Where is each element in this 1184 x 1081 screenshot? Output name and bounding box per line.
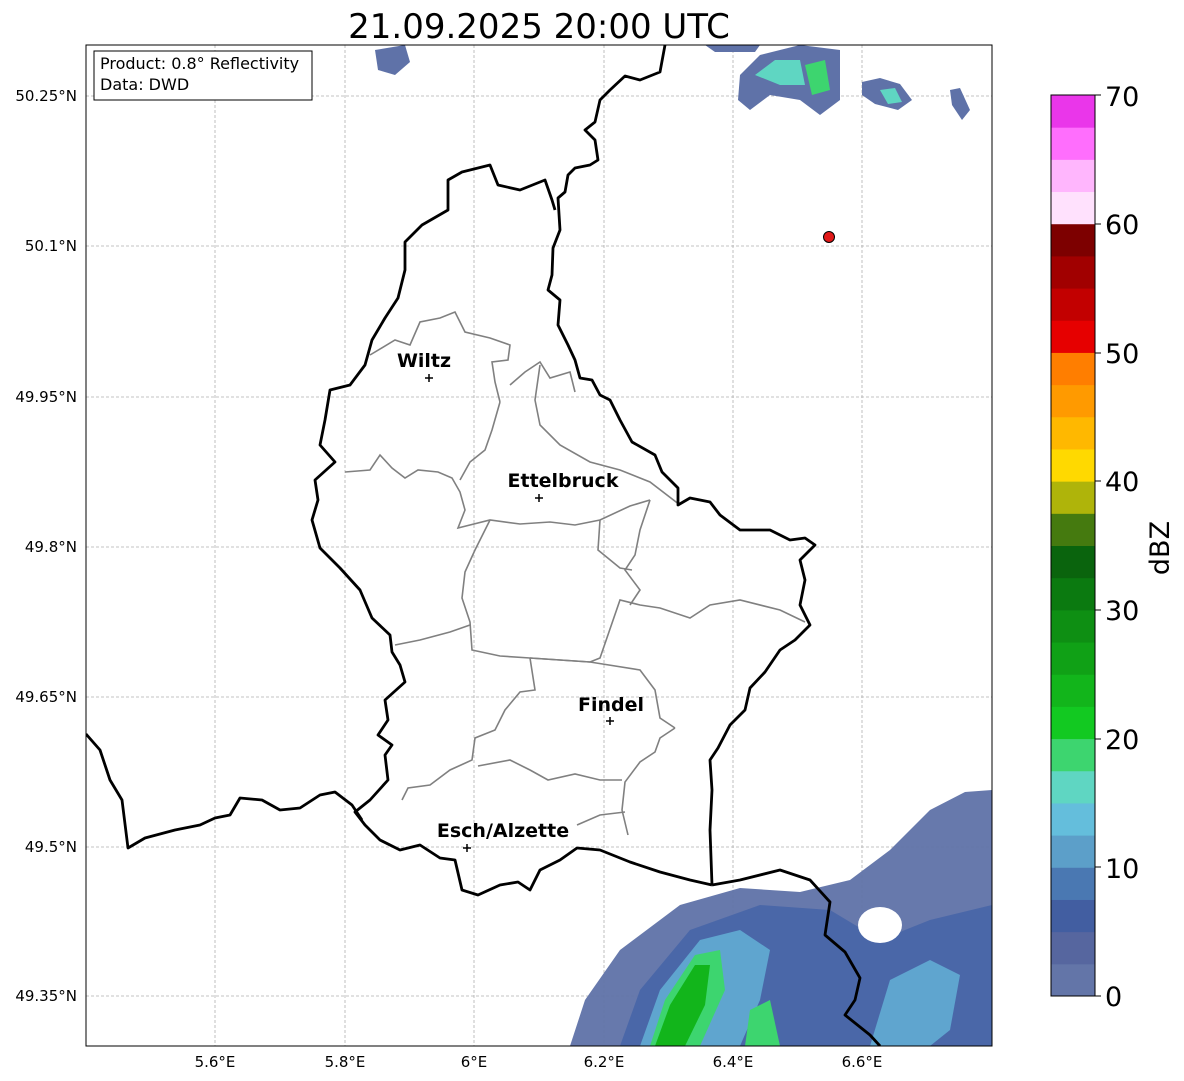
info-source: Data: DWD (100, 75, 189, 94)
colorbar-swatch (1051, 159, 1095, 193)
colorbar-swatch (1051, 513, 1095, 546)
colorbar-tick-label: 10 (1105, 854, 1139, 885)
lat-tick-label: 49.5°N (25, 838, 77, 856)
lon-axis: 5.6°E 5.8°E 6°E 6.2°E 6.4°E 6.6°E (195, 1053, 883, 1071)
colorbar-swatch (1051, 835, 1095, 868)
colorbar-swatch (1051, 899, 1095, 933)
city-label: Findel (578, 694, 644, 716)
lon-tick-label: 5.8°E (325, 1053, 366, 1071)
lon-tick-label: 6.2°E (584, 1053, 625, 1071)
radar-site-marker (823, 231, 835, 243)
colorbar-tick-label: 20 (1105, 725, 1139, 756)
colorbar-swatch (1051, 642, 1095, 675)
colorbar-swatch (1051, 255, 1095, 289)
colorbar-tick-label: 60 (1105, 210, 1139, 241)
city-label: Esch/Alzette (437, 820, 569, 842)
lon-tick-label: 5.6°E (195, 1053, 236, 1071)
info-product: Product: 0.8° Reflectivity (100, 54, 299, 73)
lon-tick-label: 6°E (461, 1053, 488, 1071)
colorbar-swatch (1051, 867, 1095, 900)
colorbar-tick-label: 0 (1105, 982, 1122, 1013)
map-title: 21.09.2025 20:00 UTC (348, 7, 730, 47)
lon-tick-label: 6.6°E (842, 1053, 883, 1071)
colorbar-swatch (1051, 931, 1095, 965)
colorbar-tick-label: 50 (1105, 339, 1139, 370)
lat-tick-label: 49.35°N (15, 987, 77, 1005)
colorbar-swatches (1051, 95, 1095, 997)
colorbar-swatch (1051, 223, 1095, 257)
colorbar-swatch (1051, 545, 1095, 579)
lon-tick-label: 6.4°E (713, 1053, 754, 1071)
city-label: Ettelbruck (508, 470, 619, 492)
colorbar-label: dBZ (1145, 521, 1176, 575)
colorbar-swatch (1051, 127, 1095, 160)
info-box: Product: 0.8° Reflectivity Data: DWD (93, 50, 313, 101)
colorbar: 0 10 20 30 40 50 60 70 dBZ (1050, 82, 1176, 1013)
colorbar-swatch (1051, 416, 1095, 450)
colorbar-swatch (1051, 320, 1095, 353)
colorbar-tick-label: 30 (1105, 596, 1139, 627)
lat-tick-label: 49.65°N (15, 688, 77, 706)
colorbar-swatch (1051, 191, 1095, 225)
colorbar-swatch (1051, 963, 1095, 997)
colorbar-swatch (1051, 609, 1095, 643)
colorbar-swatch (1051, 448, 1095, 482)
colorbar-ticks: 0 10 20 30 40 50 60 70 (1095, 82, 1139, 1013)
city-label: Wiltz (397, 350, 451, 372)
colorbar-swatch (1051, 738, 1095, 772)
colorbar-swatch (1051, 481, 1095, 514)
colorbar-swatch (1051, 384, 1095, 418)
lat-axis: 50.25°N 50.1°N 49.95°N 49.8°N 49.65°N 49… (15, 87, 77, 1005)
radar-map-figure: 21.09.2025 20:00 UTC Wiltz Ettelbruck Fi… (15, 7, 1176, 1071)
colorbar-swatch (1051, 288, 1095, 321)
colorbar-swatch (1051, 706, 1095, 740)
lat-tick-label: 49.8°N (25, 538, 77, 556)
lat-tick-label: 49.95°N (15, 388, 77, 406)
colorbar-tick-label: 40 (1105, 467, 1139, 498)
lat-tick-label: 50.25°N (15, 87, 77, 105)
colorbar-swatch (1051, 352, 1095, 386)
lat-tick-label: 50.1°N (25, 237, 77, 255)
colorbar-swatch (1051, 95, 1095, 128)
colorbar-swatch (1051, 770, 1095, 804)
map-area: Wiltz Ettelbruck Findel Esch/Alzette Pro… (86, 45, 992, 1046)
colorbar-swatch (1051, 577, 1095, 611)
colorbar-swatch (1051, 674, 1095, 707)
colorbar-tick-label: 70 (1105, 82, 1139, 113)
colorbar-swatch (1051, 802, 1095, 836)
